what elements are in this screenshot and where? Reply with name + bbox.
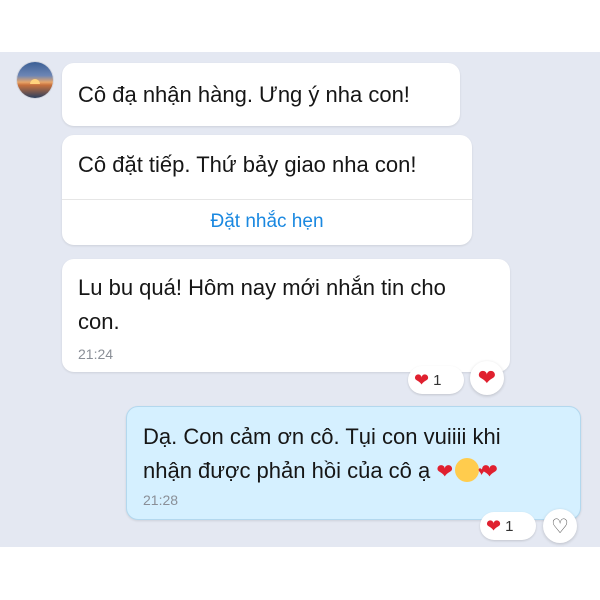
message-bubble-incoming[interactable]: Lu bu quá! Hôm nay mới nhắn tin cho con.… <box>62 259 510 372</box>
set-reminder-button[interactable]: Đặt nhắc hẹn <box>62 199 472 245</box>
reaction-summary[interactable]: ❤ 1 <box>408 366 464 394</box>
message-time: 21:28 <box>143 492 179 508</box>
contact-avatar[interactable] <box>17 62 53 98</box>
message-text: Lu bu quá! Hôm nay mới nhắn tin cho con. <box>62 259 510 339</box>
message-time: 21:24 <box>78 346 114 362</box>
reaction-count: 1 <box>505 517 514 535</box>
message-line: nhận được phản hồi của cô ạ <box>143 458 431 483</box>
reaction-count: 1 <box>433 371 442 389</box>
message-text: Cô đặt tiếp. Thứ bảy giao nha con! <box>78 152 417 177</box>
react-button[interactable]: ♡ <box>543 509 577 543</box>
reaction-summary[interactable]: ❤ 1 <box>480 512 536 540</box>
message-bubble-incoming[interactable]: Cô đạ nhận hàng. Ưng ý nha con! <box>62 63 460 126</box>
message-line: Dạ. Con cảm ơn cô. Tụi con vuiiii khi <box>143 424 501 449</box>
message-text: Cô đạ nhận hàng. Ưng ý nha con! <box>78 82 410 107</box>
message-bubble-incoming[interactable]: Cô đặt tiếp. Thứ bảy giao nha con! Đặt n… <box>62 135 472 245</box>
message-line: con. <box>78 309 120 334</box>
heart-outline-icon: ♡ <box>551 515 569 538</box>
sunset-icon <box>30 79 40 84</box>
heart-icon: ❤ <box>436 461 454 483</box>
heart-icon: ❤ <box>477 365 497 390</box>
smiling-face-with-hearts-icon <box>455 454 485 488</box>
message-bubble-outgoing[interactable]: Dạ. Con cảm ơn cô. Tụi con vuiiii khi nh… <box>126 406 581 520</box>
message-line: Lu bu quá! Hôm nay mới nhắn tin cho <box>78 275 446 300</box>
react-button[interactable]: ❤ <box>470 361 504 395</box>
message-text: Dạ. Con cảm ơn cô. Tụi con vuiiii khi nh… <box>127 407 580 489</box>
heart-icon: ❤ <box>414 370 430 390</box>
heart-icon: ❤ <box>486 516 502 536</box>
